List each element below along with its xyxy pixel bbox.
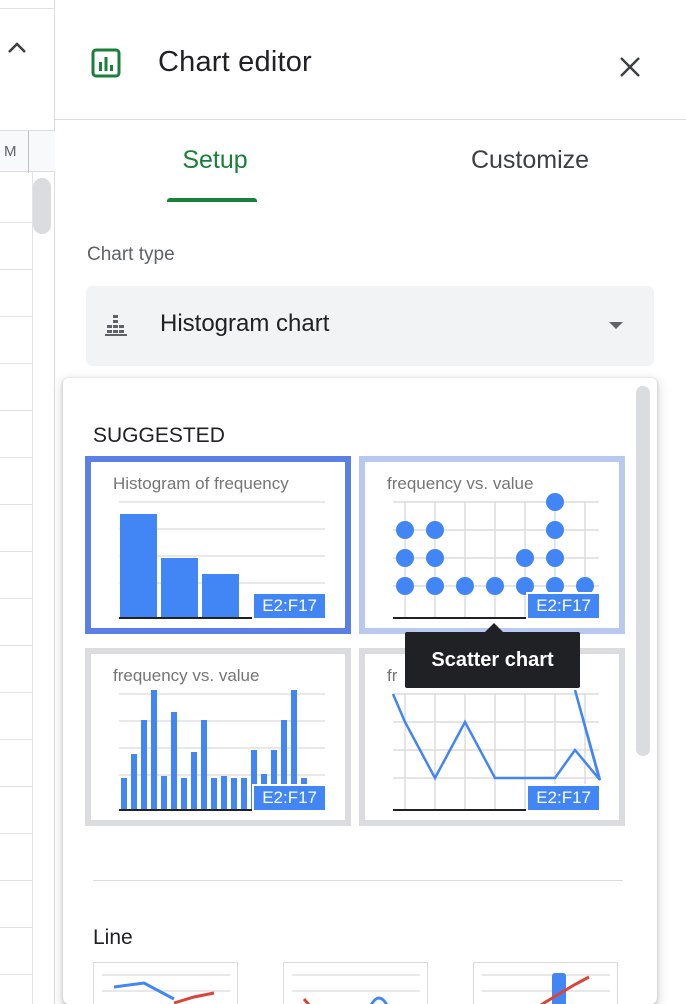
histogram-icon [105,315,127,336]
row-line [0,692,32,693]
dropdown-arrow-icon [609,322,623,329]
line-section-heading: Line [93,926,133,949]
chart-type-value: Histogram chart [160,310,330,337]
tab-setup-label: Setup [182,146,248,174]
section-divider [93,880,623,881]
row-line [0,269,32,270]
grid-line [32,172,33,1004]
collapse-up-icon [8,42,26,53]
suggestion-scatter[interactable]: frequency vs. value E2:F17 [359,456,625,634]
panel-title: Chart editor [158,46,312,78]
row-line [0,974,32,975]
sheet-scrollbar[interactable] [33,178,51,234]
chart-type-label: Chart type [87,244,175,265]
row-line [0,316,32,317]
row-line [0,457,32,458]
panel-header: Chart editor [55,8,686,120]
row-line [0,598,32,599]
active-tab-indicator [167,198,257,202]
row-line [0,222,32,223]
range-badge: E2:F17 [252,784,327,812]
row-line [0,645,32,646]
range-badge: E2:F17 [526,784,601,812]
row-line [0,880,32,881]
chart-type-select[interactable]: Histogram chart [86,286,654,366]
range-badge: E2:F17 [526,592,601,620]
row-line [0,786,32,787]
column-header[interactable]: M [0,130,55,173]
range-badge: E2:F17 [252,592,327,620]
row-line [0,833,32,834]
chart-type-dropdown: SUGGESTED Histogram of frequency E2:F17 [63,378,657,1004]
tooltip-scatter: Scatter chart [405,623,580,688]
row-line [0,739,32,740]
smooth-line-chart-thumbnail [292,974,420,1004]
row-line [0,504,32,505]
column-label: M [4,143,17,160]
tooltip-text: Scatter chart [431,648,554,671]
suggestion-column[interactable]: frequency vs. value E2:F17 [85,648,351,826]
close-button[interactable] [615,52,645,82]
suggestion-histogram[interactable]: Histogram of frequency E2:F17 [85,456,351,634]
combo-chart-thumbnail [482,973,610,1004]
tab-setup[interactable]: Setup [155,146,275,202]
row-line [0,363,32,364]
collapse-up-button[interactable] [2,32,32,62]
spreadsheet-strip: M [0,0,686,1004]
suggestion-title: frequency vs. value [113,666,264,686]
suggestion-title: Histogram of frequency [113,474,289,493]
suggestion-title: fr [387,666,400,686]
suggestion-title: frequency vs. value [387,474,538,494]
tooltip-arrow [485,623,503,632]
suggested-heading: SUGGESTED [93,424,225,447]
tab-customize-label: Customize [470,146,590,174]
row-line [0,927,32,928]
row-line [0,410,32,411]
line-chart-option[interactable] [93,962,238,1004]
chart-editor-icon [91,48,121,78]
tab-customize[interactable]: Customize [450,146,610,202]
close-icon [620,57,640,77]
smooth-line-chart-option[interactable] [283,962,428,1004]
column-divider [28,131,29,173]
dropdown-scrollbar[interactable] [636,386,650,756]
line-chart-thumbnail [102,974,230,1004]
combo-chart-option[interactable] [473,962,618,1004]
row-line [0,551,32,552]
